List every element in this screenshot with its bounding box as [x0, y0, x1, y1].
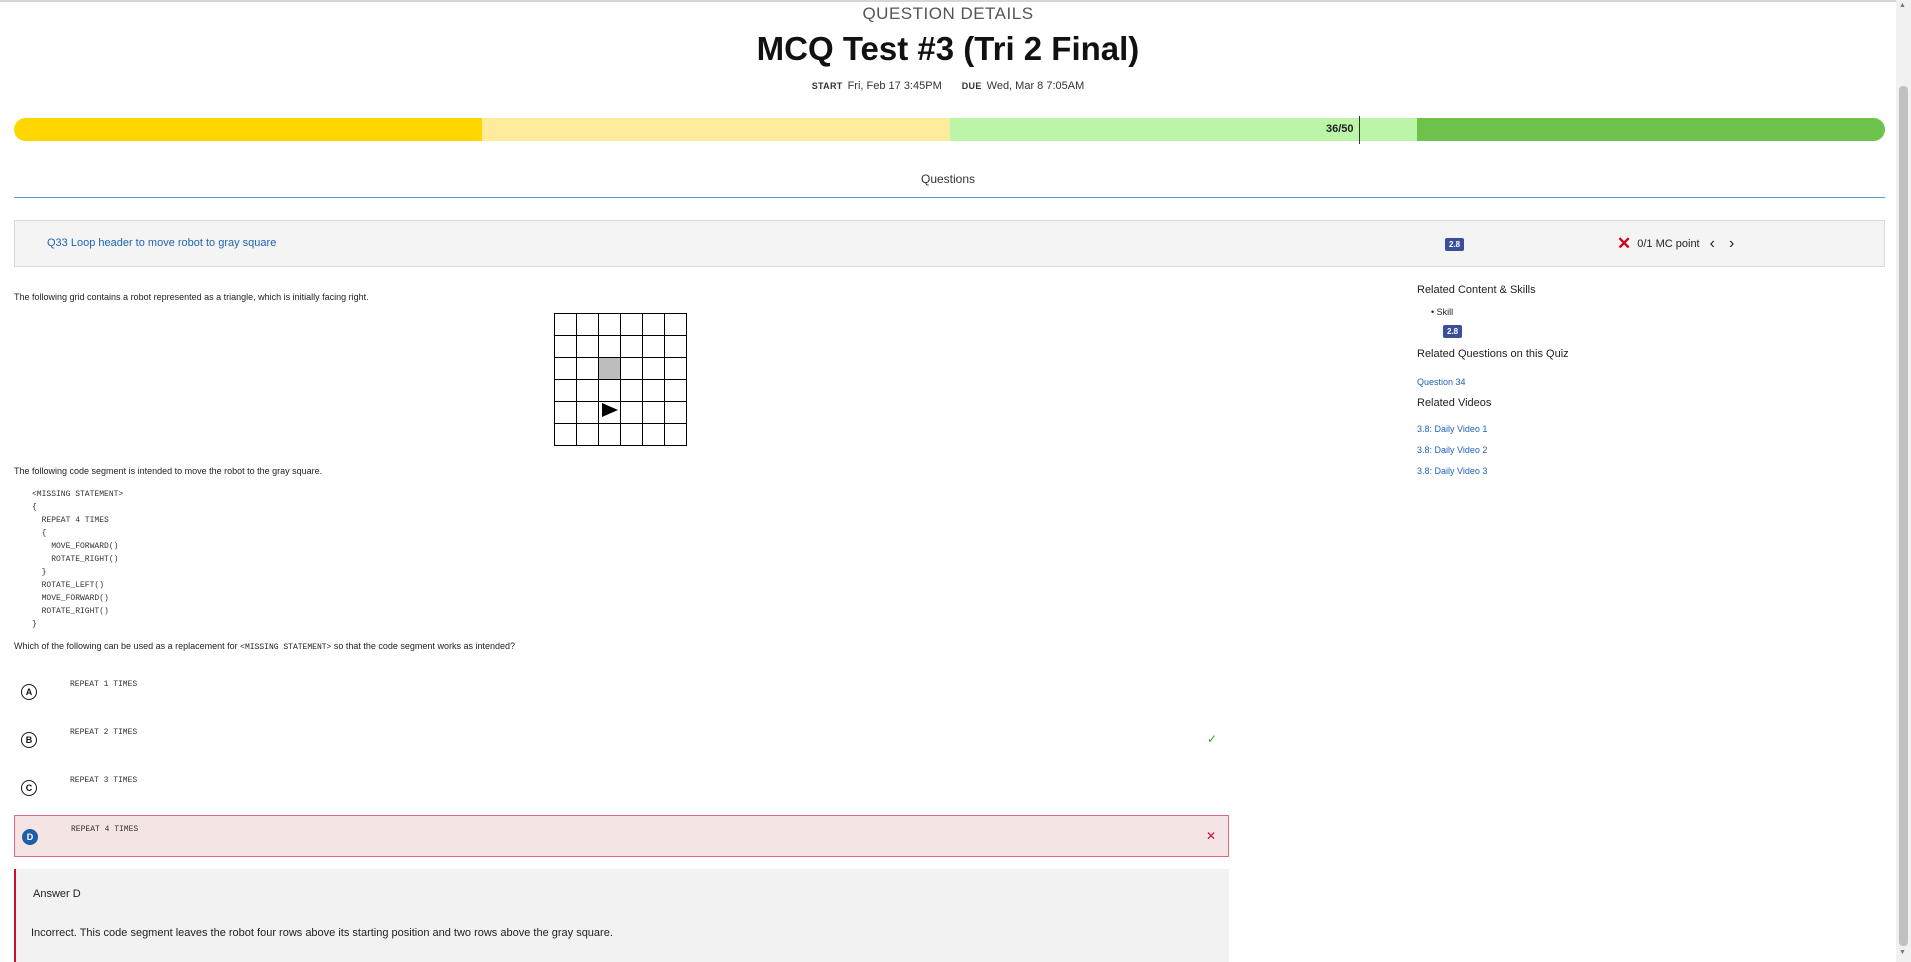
- start-date: Fri, Feb 17 3:45PM: [847, 80, 942, 92]
- progress-segment-1: [14, 118, 482, 141]
- check-icon: ✓: [1206, 732, 1217, 746]
- code-line: MOVE_FORWARD(): [32, 542, 119, 551]
- code-block: <MISSING STATEMENT> { REPEAT 4 TIMES { MO…: [32, 488, 123, 631]
- answer-option-c[interactable]: C REPEAT 3 TIMES: [14, 767, 1229, 807]
- answer-option-a[interactable]: A REPEAT 1 TIMES: [14, 671, 1229, 711]
- option-letter: D: [22, 829, 38, 845]
- question-intro: The following grid contains a robot repr…: [14, 292, 369, 302]
- x-icon: ✕: [1205, 829, 1216, 843]
- progress-marker: [1359, 116, 1360, 144]
- video-link-1[interactable]: 3.8: Daily Video 1: [1417, 424, 1487, 434]
- code-line: {: [32, 503, 37, 512]
- gray-target-square: [598, 357, 621, 380]
- start-label: START: [811, 81, 843, 91]
- code-line: ROTATE_RIGHT(): [32, 555, 119, 564]
- answer-option-b[interactable]: B REPEAT 2 TIMES ✓: [14, 719, 1229, 759]
- x-icon: ✕: [1617, 234, 1632, 253]
- scroll-up-arrow-icon[interactable]: ▲: [1899, 2, 1906, 9]
- question-header-bar: Q33 Loop header to move robot to gray sq…: [14, 220, 1885, 267]
- scroll-down-arrow-icon[interactable]: ▼: [1899, 949, 1906, 956]
- feedback-title: Answer D: [33, 888, 81, 900]
- option-text: REPEAT 4 TIMES: [71, 825, 139, 834]
- related-questions-heading: Related Questions on this Quiz: [1417, 348, 1569, 360]
- score-progress-bar: [14, 118, 1885, 141]
- progress-segment-2: [481, 118, 950, 141]
- page-kicker: QUESTION DETAILS: [862, 4, 1034, 23]
- question-score: ✕ 0/1 MC point ‹ ›: [1617, 235, 1738, 252]
- code-line: ROTATE_RIGHT(): [32, 607, 109, 616]
- chevron-right-icon[interactable]: ›: [1725, 235, 1738, 252]
- prompt-text: Which of the following can be used as a …: [14, 641, 238, 651]
- prompt-text: so that the code segment works as intend…: [333, 641, 515, 651]
- code-line: <MISSING STATEMENT>: [32, 490, 124, 499]
- related-content-heading: Related Content & Skills: [1417, 284, 1536, 296]
- robot-triangle-icon: [601, 403, 618, 417]
- code-line: }: [32, 568, 47, 577]
- page-title: MCQ Test #3 (Tri 2 Final): [756, 30, 1140, 67]
- top-border: [0, 0, 1896, 2]
- chevron-left-icon[interactable]: ‹: [1706, 235, 1719, 252]
- prompt-code: <MISSING STATEMENT>: [240, 643, 332, 652]
- skill-item: • Skill: [1431, 307, 1454, 317]
- assignment-dates: START Fri, Feb 17 3:45PM DUE Wed, Mar 8 7:0…: [0, 80, 1896, 92]
- feedback-body: Incorrect. This code segment leaves the …: [31, 927, 613, 939]
- option-text: REPEAT 3 TIMES: [70, 776, 138, 785]
- option-letter: C: [21, 780, 37, 796]
- code-line: REPEAT 4 TIMES: [32, 516, 109, 525]
- answer-option-d[interactable]: D REPEAT 4 TIMES ✕: [14, 815, 1229, 857]
- code-line: }: [32, 620, 37, 629]
- answer-feedback: Answer D Incorrect. This code segment le…: [14, 869, 1229, 962]
- code-line: {: [32, 529, 47, 538]
- progress-segment-4: [1417, 118, 1885, 141]
- related-question-link[interactable]: Question 34: [1417, 377, 1466, 387]
- tab-questions[interactable]: Questions: [0, 172, 1896, 186]
- related-videos-heading: Related Videos: [1417, 397, 1492, 409]
- question-title-link[interactable]: Q33 Loop header to move robot to gray sq…: [47, 237, 276, 249]
- due-date: Wed, Mar 8 7:05AM: [986, 80, 1085, 92]
- score-text: 0/1 MC point: [1637, 237, 1700, 250]
- skill-tag: 2.8: [1443, 325, 1463, 338]
- question-prompt: Which of the following can be used as a …: [14, 641, 515, 652]
- option-letter: B: [21, 732, 37, 748]
- option-letter: A: [21, 684, 37, 700]
- tab-underline: [14, 197, 1885, 198]
- robot-grid: [554, 313, 687, 446]
- option-text: REPEAT 1 TIMES: [70, 680, 138, 689]
- due-label: DUE: [961, 81, 982, 91]
- skill-tag: 2.8: [1445, 238, 1465, 251]
- video-link-3[interactable]: 3.8: Daily Video 3: [1417, 466, 1487, 476]
- code-line: ROTATE_LEFT(): [32, 581, 105, 590]
- code-line: MOVE_FORWARD(): [32, 594, 109, 603]
- option-text: REPEAT 2 TIMES: [70, 728, 138, 737]
- scrollbar-thumb[interactable]: [1899, 86, 1908, 946]
- progress-label: 36/50: [1326, 123, 1354, 135]
- video-link-2[interactable]: 3.8: Daily Video 2: [1417, 445, 1487, 455]
- code-intro: The following code segment is intended t…: [14, 466, 323, 476]
- skill-label: Skill: [1436, 307, 1454, 317]
